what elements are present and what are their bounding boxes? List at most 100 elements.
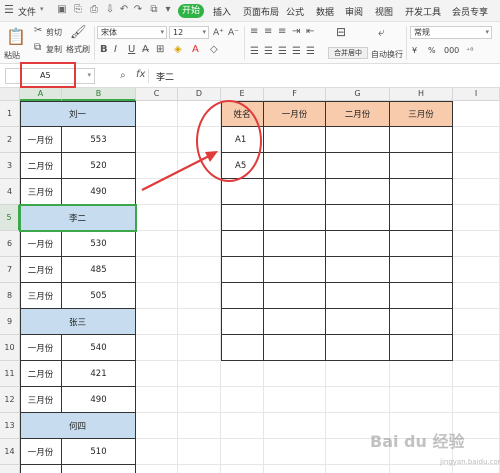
row-header-6[interactable]: 6 bbox=[0, 231, 20, 257]
tab-view[interactable]: 视图 bbox=[375, 5, 393, 18]
tab-data[interactable]: 数据 bbox=[316, 5, 334, 18]
tab-developer[interactable]: 开发工具 bbox=[405, 5, 441, 18]
redo-icon[interactable]: ↷ bbox=[132, 4, 144, 16]
tab-review[interactable]: 审阅 bbox=[345, 5, 363, 18]
row-header-5[interactable]: 5 bbox=[0, 205, 20, 231]
strikethrough-icon[interactable]: A̶ bbox=[142, 44, 149, 56]
chevron-down-icon: ▾ bbox=[202, 28, 206, 36]
chevron-down-icon[interactable]: ▾ bbox=[40, 5, 44, 13]
fx-icon[interactable]: fx bbox=[136, 69, 145, 80]
tab-member[interactable]: 会员专享 bbox=[452, 5, 488, 18]
number-format-select[interactable]: 常规 ▾ bbox=[410, 26, 492, 39]
outdent-icon[interactable]: ⇤ bbox=[306, 26, 314, 38]
row-header-13[interactable]: 13 bbox=[0, 413, 20, 439]
italic-icon[interactable]: I bbox=[114, 44, 117, 56]
align-middle-icon[interactable]: ≡ bbox=[264, 26, 272, 38]
ribbon-divider bbox=[244, 26, 245, 60]
watermark-logo: Bai du 经验 bbox=[370, 432, 465, 451]
tab-page-layout[interactable]: 页面布局 bbox=[243, 5, 279, 18]
borders-icon[interactable]: ⊞ bbox=[156, 44, 164, 56]
left-table bbox=[20, 101, 136, 473]
scissors-icon[interactable]: ✂ bbox=[34, 25, 42, 37]
underline-icon[interactable]: U bbox=[128, 44, 135, 56]
merge-center-button[interactable]: 合并居中 bbox=[328, 47, 368, 59]
row-header-4[interactable]: 4 bbox=[0, 179, 20, 205]
save-icon[interactable]: ▣ bbox=[56, 4, 68, 16]
align-top-icon[interactable]: ≡ bbox=[250, 26, 258, 38]
wrap-text-icon[interactable]: ⤶ bbox=[378, 26, 385, 38]
copy-button[interactable]: 复制 bbox=[46, 44, 62, 55]
more-icon[interactable]: ▾ bbox=[162, 4, 174, 16]
cut-button[interactable]: 剪切 bbox=[46, 27, 62, 38]
undo-icon[interactable]: ↶ bbox=[118, 4, 130, 16]
bold-icon[interactable]: B bbox=[100, 44, 108, 56]
select-all-corner[interactable] bbox=[0, 88, 20, 101]
column-header-c[interactable]: C bbox=[136, 88, 178, 101]
distributed-icon[interactable]: ☰ bbox=[306, 46, 315, 58]
row-header-2[interactable]: 2 bbox=[0, 127, 20, 153]
decimal-button[interactable]: ⁺⁰ bbox=[466, 46, 473, 55]
increase-font-icon[interactable]: A⁺ bbox=[213, 27, 224, 39]
column-header-a[interactable]: A bbox=[20, 88, 62, 101]
wrap-text-button[interactable]: 自动换行 bbox=[371, 49, 403, 60]
print-icon[interactable]: ⎙ bbox=[88, 4, 100, 16]
ribbon: 📋 粘贴 ✂ 剪切 ⧉ 复制 🖌 格式刷 宋体 ▾ 12 ▾ A⁺ A⁻ B I U… bbox=[0, 22, 500, 64]
paste-button[interactable]: 粘贴 bbox=[4, 50, 20, 61]
name-box-annotation bbox=[20, 62, 76, 88]
format-painter-button[interactable]: 格式刷 bbox=[66, 44, 90, 55]
copy-doc-icon[interactable]: ⧉ bbox=[34, 42, 41, 54]
indent-icon[interactable]: ⇥ bbox=[292, 26, 300, 38]
row-header-10[interactable]: 10 bbox=[0, 335, 20, 361]
font-size-select[interactable]: 12 ▾ bbox=[169, 26, 209, 39]
column-header-g[interactable]: G bbox=[326, 88, 390, 101]
formula-input[interactable]: 李二 bbox=[156, 70, 174, 83]
percent-button[interactable]: % bbox=[428, 46, 436, 55]
column-header-b[interactable]: B bbox=[62, 88, 136, 101]
align-bottom-icon[interactable]: ≡ bbox=[278, 26, 286, 38]
menu-icon[interactable]: ☰ bbox=[4, 4, 16, 16]
zoom-icon[interactable]: ⌕ bbox=[120, 70, 126, 81]
tab-home[interactable]: 开始 bbox=[178, 4, 204, 18]
tab-insert[interactable]: 插入 bbox=[213, 5, 231, 18]
fill-color-icon[interactable]: ◈ bbox=[174, 44, 182, 56]
decrease-font-icon[interactable]: A⁻ bbox=[228, 27, 239, 39]
row-header-1[interactable]: 1 bbox=[0, 101, 20, 127]
align-left-icon[interactable]: ☰ bbox=[250, 46, 259, 58]
chevron-down-icon: ▾ bbox=[485, 28, 489, 36]
clear-format-icon[interactable]: ◇ bbox=[210, 44, 218, 56]
align-right-icon[interactable]: ☰ bbox=[278, 46, 287, 58]
row-header-15[interactable]: 15 bbox=[0, 465, 20, 473]
font-size-value: 12 bbox=[173, 28, 184, 37]
watermark-url: jingyan.baidu.com bbox=[440, 458, 500, 466]
gridline-vertical bbox=[177, 101, 178, 473]
row-header-7[interactable]: 7 bbox=[0, 257, 20, 283]
copy-icon[interactable]: ⧉ bbox=[148, 4, 160, 16]
currency-button[interactable]: ¥ bbox=[412, 46, 417, 55]
chevron-down-icon: ▾ bbox=[160, 28, 164, 36]
column-header-f[interactable]: F bbox=[264, 88, 326, 101]
ribbon-divider bbox=[406, 26, 407, 60]
justify-icon[interactable]: ☰ bbox=[292, 46, 301, 58]
font-family-select[interactable]: 宋体 ▾ bbox=[97, 26, 167, 39]
row-header-12[interactable]: 12 bbox=[0, 387, 20, 413]
export-icon[interactable]: ⇩ bbox=[104, 4, 116, 16]
file-menu[interactable]: 文件 bbox=[18, 5, 36, 18]
number-format-value: 常规 bbox=[414, 28, 430, 37]
row-header-8[interactable]: 8 bbox=[0, 283, 20, 309]
row-header-11[interactable]: 11 bbox=[0, 361, 20, 387]
row-header-3[interactable]: 3 bbox=[0, 153, 20, 179]
paste-icon[interactable]: 📋 bbox=[6, 28, 26, 46]
column-header-i[interactable]: I bbox=[453, 88, 500, 101]
row-header-14[interactable]: 14 bbox=[0, 439, 20, 465]
font-color-icon[interactable]: A bbox=[192, 44, 199, 56]
align-center-icon[interactable]: ☰ bbox=[264, 46, 273, 58]
chevron-down-icon[interactable]: ▾ bbox=[87, 71, 91, 79]
merge-icon[interactable]: ⊟ bbox=[336, 26, 346, 38]
tab-formulas[interactable]: 公式 bbox=[286, 5, 304, 18]
row-header-9[interactable]: 9 bbox=[0, 309, 20, 335]
thousands-button[interactable]: 000 bbox=[444, 46, 459, 55]
format-painter-icon[interactable]: 🖌 bbox=[70, 26, 87, 39]
column-header-h[interactable]: H bbox=[390, 88, 453, 101]
column-header-d[interactable]: D bbox=[178, 88, 221, 101]
print-preview-icon[interactable]: ⎘ bbox=[72, 4, 84, 16]
